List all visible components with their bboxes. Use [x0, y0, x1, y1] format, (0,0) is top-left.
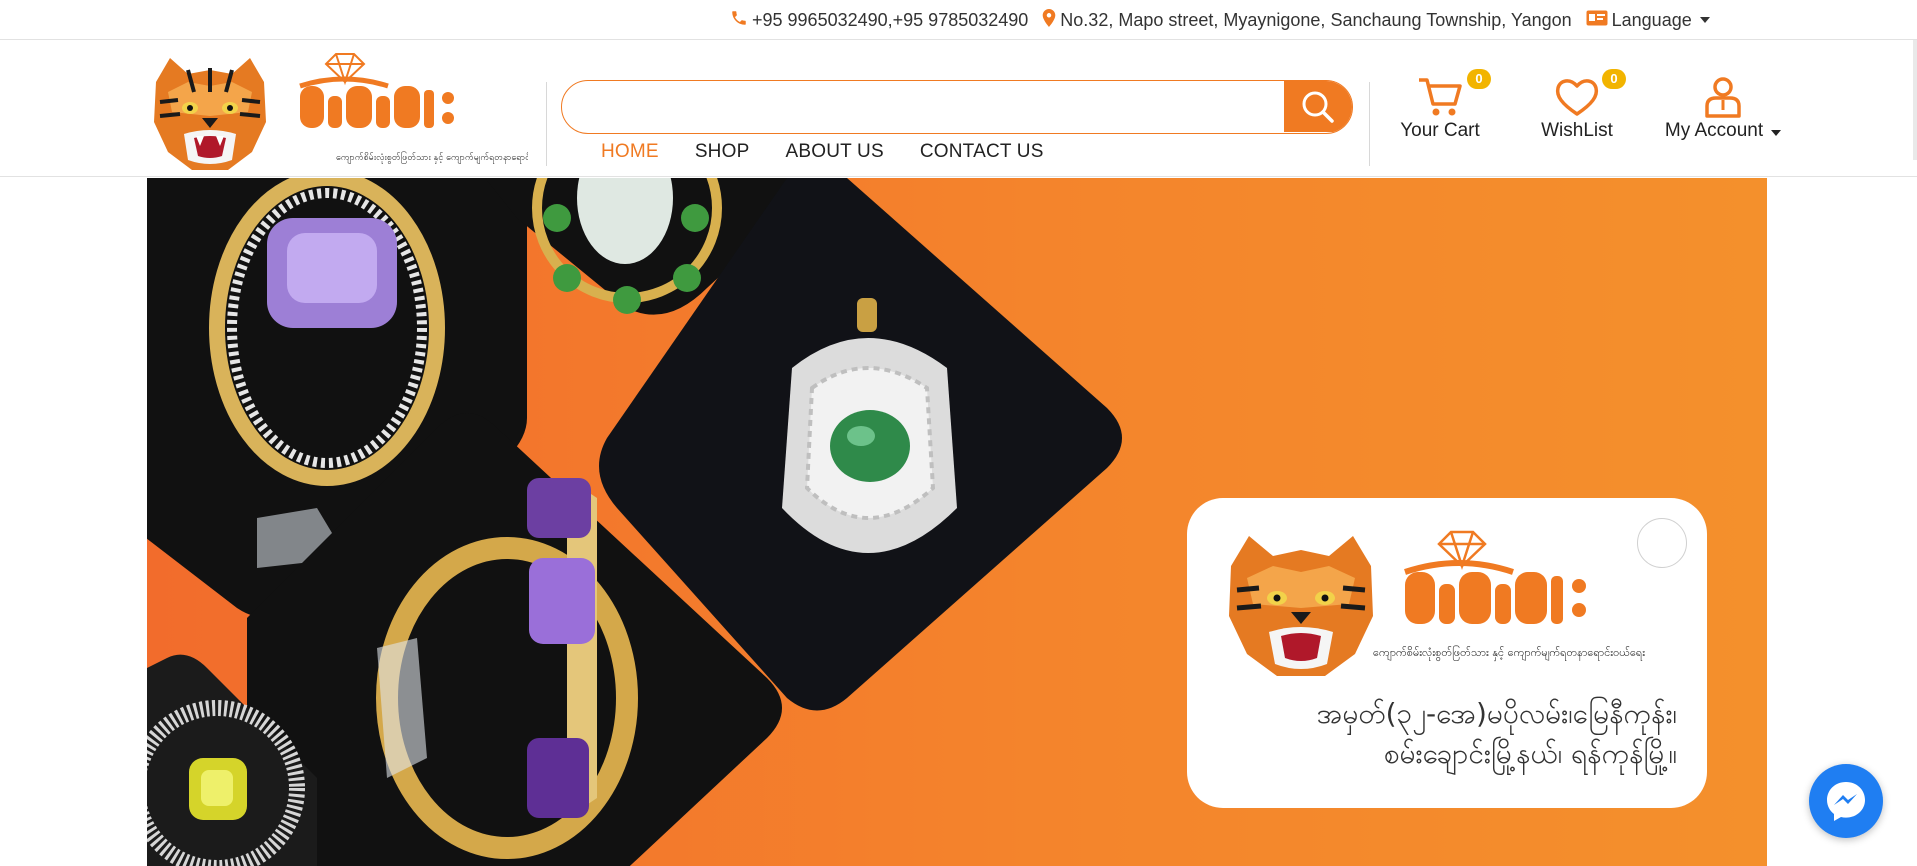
- nav-contact-us[interactable]: CONTACT US: [920, 141, 1044, 163]
- my-account-label: My Account: [1664, 120, 1764, 141]
- location-pin-icon: [1042, 8, 1056, 32]
- cart-label: Your Cart: [1400, 120, 1480, 141]
- phone-text: +95 9965032490,+95 9785032490: [752, 9, 1029, 30]
- search-icon: [1302, 91, 1334, 123]
- wishlist-label: WishList: [1541, 120, 1613, 141]
- hero-banner: ကျောက်စိမ်းလုံးစွတ်ဖြတ်သား နှင့် ကျောက်မ…: [147, 178, 1767, 866]
- my-account-dropdown[interactable]: My Account: [1658, 76, 1788, 142]
- divider: [1369, 82, 1370, 166]
- search-button[interactable]: [1284, 81, 1352, 132]
- chevron-down-icon: [1771, 130, 1782, 136]
- language-label: Language: [1611, 9, 1692, 30]
- chevron-down-icon: [1699, 17, 1710, 23]
- tiger-logo-icon: [154, 58, 266, 170]
- messenger-icon: [1827, 782, 1865, 821]
- brand-tagline: ကျောက်စိမ်းလုံးစွတ်ဖြတ်သား နှင့် ကျောက်မ…: [336, 151, 528, 164]
- address-line-1: အမှတ်(၃၂-အေ)မပိုလမ်း၊မြေနီကုန်း၊: [1316, 697, 1677, 730]
- store-info-card: ကျောက်စိမ်းလုံးစွတ်ဖြတ်သား နှင့် ကျောက်မ…: [1187, 498, 1707, 808]
- divider: [546, 82, 547, 166]
- wishlist-count-badge: 0: [1602, 69, 1626, 89]
- tiger-logo-icon: [1229, 536, 1373, 676]
- phone-info: +95 9965032490,+95 9785032490: [730, 9, 1028, 32]
- messenger-chat-button[interactable]: [1809, 764, 1883, 838]
- search-input[interactable]: [562, 81, 1286, 132]
- svg-text:ကျောက်စိမ်းလုံးစွတ်ဖြတ်သား နှင: ကျောက်စိမ်းလုံးစွတ်ဖြတ်သား နှင့် ကျောက်မ…: [1373, 645, 1645, 661]
- user-icon: [1705, 77, 1741, 118]
- language-dropdown[interactable]: Language: [1586, 10, 1710, 31]
- address-info: No.32, Mapo street, Myaynigone, Sanchaun…: [1042, 8, 1572, 32]
- brand-logo[interactable]: ကျောက်စိမ်းလုံးစွတ်ဖြတ်သား နှင့် ကျောက်မ…: [148, 52, 528, 172]
- brand-wordmark: [299, 76, 454, 128]
- main-nav: HOME SHOP ABOUT US CONTACT US: [601, 141, 1080, 163]
- brand-logo-large: ကျောက်စိမ်းလုံးစွတ်ဖြတ်သား နှင့် ကျောက်မ…: [1229, 530, 1645, 676]
- language-card-icon: [1586, 10, 1608, 31]
- address-line-2: စမ်းချောင်းမြို့နယ်၊ ရန်ကုန်မြို့။: [1383, 737, 1677, 770]
- cart-icon: [1419, 78, 1462, 116]
- main-header: ကျောက်စိမ်းလုံးစွတ်ဖြတ်သား နှင့် ကျောက်မ…: [0, 40, 1917, 177]
- address-text: No.32, Mapo street, Myaynigone, Sanchaun…: [1060, 9, 1572, 30]
- top-bar: +95 9965032490,+95 9785032490 No.32, Map…: [0, 0, 1917, 40]
- nav-home[interactable]: HOME: [601, 141, 659, 163]
- cart-count-badge: 0: [1467, 69, 1491, 89]
- heart-icon: [1555, 79, 1599, 116]
- nav-shop[interactable]: SHOP: [695, 141, 750, 163]
- store-address: အမှတ်(၃၂-အေ)မပိုလမ်း၊မြေနီကုန်း၊ စမ်းချေ…: [1317, 694, 1677, 774]
- nav-about-us[interactable]: ABOUT US: [785, 141, 883, 163]
- scrollbar[interactable]: [1913, 40, 1917, 160]
- phone-icon: [730, 9, 748, 32]
- search-bar: [561, 80, 1353, 134]
